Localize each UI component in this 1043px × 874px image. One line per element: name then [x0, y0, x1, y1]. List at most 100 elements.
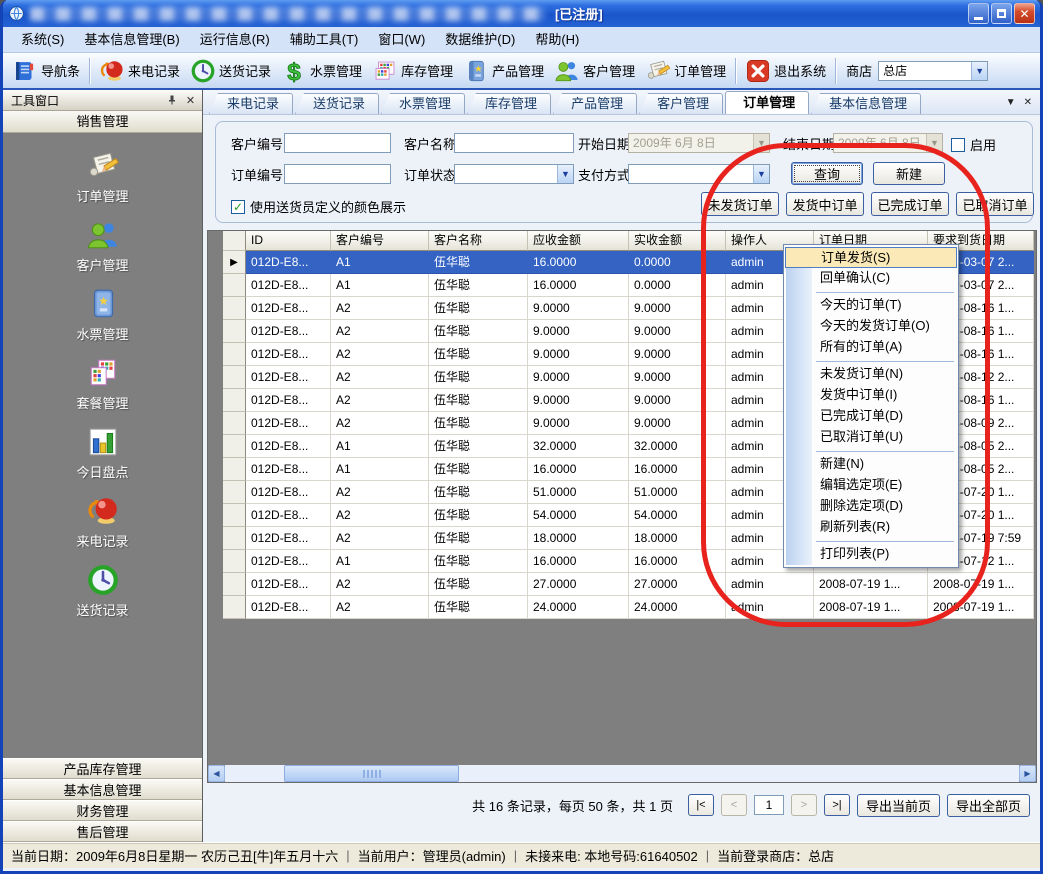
cell-customer_no[interactable]: A2 — [331, 320, 429, 343]
customer-name-input[interactable] — [454, 133, 574, 153]
cell-received[interactable]: 9.0000 — [629, 412, 726, 435]
cell-customer_name[interactable]: 伍华聪 — [429, 251, 528, 274]
cell-id[interactable]: 012D-E8... — [246, 343, 331, 366]
sidebar-item-6[interactable]: 送货记录 — [3, 555, 202, 624]
cell-receivable[interactable]: 51.0000 — [528, 481, 629, 504]
cell-received[interactable]: 0.0000 — [629, 251, 726, 274]
cell-received[interactable]: 9.0000 — [629, 366, 726, 389]
context-menu-item-14[interactable]: 删除选定项(D) — [784, 496, 958, 517]
new-button[interactable]: 新建 — [873, 162, 945, 185]
cell-received[interactable]: 32.0000 — [629, 435, 726, 458]
maximize-button[interactable] — [991, 3, 1012, 24]
cell-customer_no[interactable]: A2 — [331, 366, 429, 389]
tab-5[interactable]: 客户管理 — [639, 93, 723, 114]
tab-list-dropdown-icon[interactable]: ▼ — [1006, 97, 1016, 108]
cell-received[interactable]: 27.0000 — [629, 573, 726, 596]
cell-received[interactable]: 9.0000 — [629, 320, 726, 343]
cell-customer_no[interactable]: A2 — [331, 596, 429, 619]
order-no-input[interactable] — [284, 164, 391, 184]
context-menu-item-7[interactable]: 未发货订单(N) — [784, 364, 958, 385]
cell-customer_name[interactable]: 伍华聪 — [429, 458, 528, 481]
table-row[interactable]: 012D-E8...A2伍华聪27.000027.0000admin2008-0… — [223, 573, 1034, 596]
menubar-item-0[interactable]: 系统(S) — [11, 28, 74, 52]
cell-receivable[interactable]: 24.0000 — [528, 596, 629, 619]
cell-operator[interactable]: admin — [726, 596, 814, 619]
order-status-filter-button-0[interactable]: 未发货订单 — [701, 192, 779, 216]
sidebar-item-0[interactable]: 订单管理 — [3, 141, 202, 210]
cell-received[interactable]: 24.0000 — [629, 596, 726, 619]
column-header-4[interactable]: 实收金额 — [629, 231, 726, 251]
cell-id[interactable]: 012D-E8... — [246, 458, 331, 481]
cell-id[interactable]: 012D-E8... — [246, 251, 331, 274]
cell-receivable[interactable]: 18.0000 — [528, 527, 629, 550]
page-number-input[interactable] — [754, 795, 784, 815]
cell-received[interactable]: 18.0000 — [629, 527, 726, 550]
cell-customer_no[interactable]: A1 — [331, 274, 429, 297]
shop-combobox[interactable]: 总店▼ — [878, 61, 988, 81]
next-page-button[interactable]: > — [791, 794, 817, 816]
cell-receivable[interactable]: 16.0000 — [528, 274, 629, 297]
cell-id[interactable]: 012D-E8... — [246, 550, 331, 573]
cell-customer_no[interactable]: A2 — [331, 481, 429, 504]
scroll-right-arrow-icon[interactable]: ▶ — [1019, 765, 1036, 782]
order-status-filter-button-1[interactable]: 发货中订单 — [786, 192, 864, 216]
toolbar-button-call-record[interactable]: 来电记录 — [94, 56, 185, 86]
first-page-button[interactable]: |< — [688, 794, 714, 816]
cell-customer_name[interactable]: 伍华聪 — [429, 596, 528, 619]
cell-received[interactable]: 54.0000 — [629, 504, 726, 527]
cell-received[interactable]: 0.0000 — [629, 274, 726, 297]
export-all-pages-button[interactable]: 导出全部页 — [947, 794, 1030, 817]
menubar-item-2[interactable]: 运行信息(R) — [190, 28, 280, 52]
cell-required_date[interactable]: 2008-07-19 1... — [928, 573, 1034, 596]
order-status-combobox[interactable]: ▼ — [454, 164, 574, 184]
menubar-item-1[interactable]: 基本信息管理(B) — [74, 28, 189, 52]
cell-customer_no[interactable]: A2 — [331, 573, 429, 596]
sidebar-item-1[interactable]: 客户管理 — [3, 210, 202, 279]
context-menu-item-13[interactable]: 编辑选定项(E) — [784, 475, 958, 496]
context-menu-item-3[interactable]: 今天的订单(T) — [784, 295, 958, 316]
context-menu-item-15[interactable]: 刷新列表(R) — [784, 517, 958, 538]
sidebar-group-2[interactable]: 财务管理 — [3, 800, 202, 821]
context-menu-item-1[interactable]: 回单确认(C) — [784, 268, 958, 289]
cell-customer_name[interactable]: 伍华聪 — [429, 366, 528, 389]
minimize-button[interactable] — [968, 3, 989, 24]
context-menu-item-0[interactable]: 订单发货(S) — [785, 247, 957, 268]
column-header-1[interactable]: 客户编号 — [331, 231, 429, 251]
order-status-filter-button-2[interactable]: 已完成订单 — [871, 192, 949, 216]
sidebar-group-1[interactable]: 基本信息管理 — [3, 779, 202, 800]
scrollbar-thumb[interactable] — [284, 765, 459, 782]
tab-4[interactable]: 产品管理 — [553, 93, 637, 114]
cell-id[interactable]: 012D-E8... — [246, 435, 331, 458]
cell-received[interactable]: 51.0000 — [629, 481, 726, 504]
column-header-0[interactable]: ID — [246, 231, 331, 251]
cell-id[interactable]: 012D-E8... — [246, 389, 331, 412]
context-menu-item-5[interactable]: 所有的订单(A) — [784, 337, 958, 358]
context-menu-item-8[interactable]: 发货中订单(I) — [784, 385, 958, 406]
toolbar-button-customer[interactable]: 客户管理 — [549, 56, 640, 86]
toolbar-button-delivery-record[interactable]: 送货记录 — [185, 56, 276, 86]
cell-receivable[interactable]: 9.0000 — [528, 389, 629, 412]
tab-1[interactable]: 送货记录 — [295, 93, 379, 114]
cell-required_date[interactable]: 2008-07-19 1... — [928, 596, 1034, 619]
menubar-item-6[interactable]: 帮助(H) — [525, 28, 589, 52]
cell-received[interactable]: 9.0000 — [629, 389, 726, 412]
cell-receivable[interactable]: 16.0000 — [528, 251, 629, 274]
end-date-picker[interactable]: 2009年 6月 8日 ▼ — [833, 133, 943, 153]
cell-customer_name[interactable]: 伍华聪 — [429, 550, 528, 573]
cell-receivable[interactable]: 9.0000 — [528, 366, 629, 389]
tab-0[interactable]: 来电记录 — [209, 93, 293, 114]
enable-date-checkbox[interactable]: 启用 — [951, 135, 996, 154]
cell-customer_name[interactable]: 伍华聪 — [429, 274, 528, 297]
cell-id[interactable]: 012D-E8... — [246, 573, 331, 596]
cell-received[interactable]: 9.0000 — [629, 297, 726, 320]
sidebar-item-3[interactable]: 套餐管理 — [3, 348, 202, 417]
cell-customer_no[interactable]: A2 — [331, 297, 429, 320]
prev-page-button[interactable]: < — [721, 794, 747, 816]
toolbar-button-water-ticket[interactable]: $水票管理 — [276, 56, 367, 86]
menubar-item-5[interactable]: 数据维护(D) — [435, 28, 525, 52]
cell-customer_name[interactable]: 伍华聪 — [429, 435, 528, 458]
cell-id[interactable]: 012D-E8... — [246, 320, 331, 343]
export-current-page-button[interactable]: 导出当前页 — [857, 794, 940, 817]
cell-received[interactable]: 16.0000 — [629, 550, 726, 573]
sidebar-group-0[interactable]: 产品库存管理 — [3, 758, 202, 779]
